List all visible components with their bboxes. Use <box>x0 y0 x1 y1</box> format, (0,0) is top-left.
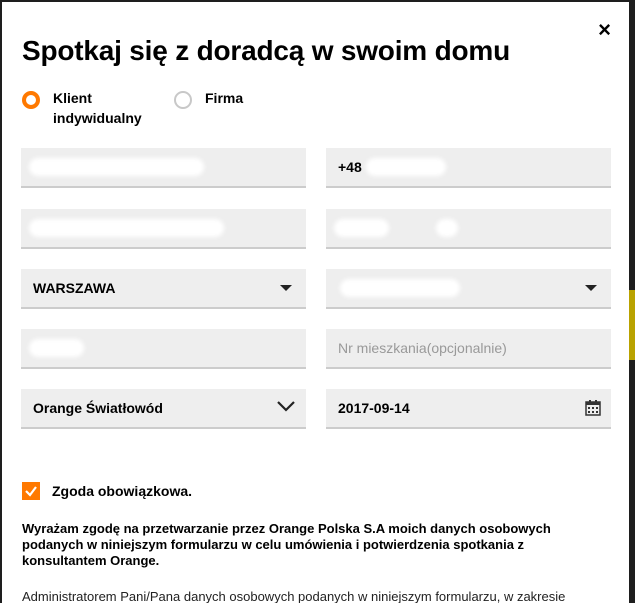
redacted-value <box>29 339 84 357</box>
house-number-field[interactable] <box>21 329 306 369</box>
modal-title: Spotkaj się z doradcą w swoim domu <box>22 35 510 66</box>
radio-individual-label: Klient <box>53 90 92 106</box>
apartment-number-field[interactable]: Nr mieszkania(opcjonalnie) <box>326 329 611 369</box>
chevron-down-icon <box>277 401 295 412</box>
radio-selected-icon <box>22 91 40 109</box>
redacted-value <box>29 219 224 237</box>
city-value: WARSZAWA <box>33 280 116 296</box>
service-select[interactable]: Orange Światłowód <box>21 389 306 429</box>
redacted-value <box>334 219 389 237</box>
consent-checkbox[interactable] <box>22 482 40 500</box>
date-value: 2017-09-14 <box>338 400 410 416</box>
consent-label: Zgoda obowiązkowa. <box>52 483 193 499</box>
service-value: Orange Światłowód <box>33 400 163 416</box>
close-icon[interactable]: × <box>598 19 611 41</box>
date-field[interactable]: 2017-09-14 <box>326 389 611 429</box>
email-field[interactable] <box>326 209 611 249</box>
backdrop <box>629 290 635 360</box>
consent-text: Wyrażam zgodę na przetwarzanie przez Ora… <box>22 521 551 568</box>
calendar-icon[interactable] <box>585 400 601 416</box>
administrator-text: Administratorem Pani/Pana danych osobowy… <box>22 589 566 603</box>
phone-field[interactable]: +48 <box>326 148 611 188</box>
street-select[interactable] <box>326 269 611 309</box>
first-name-field[interactable] <box>21 148 306 188</box>
phone-prefix: +48 <box>338 159 362 175</box>
redacted-value <box>340 279 460 297</box>
radio-individual-label-line2: indywidualny <box>53 110 142 126</box>
apartment-placeholder: Nr mieszkania(opcjonalnie) <box>338 340 507 356</box>
redacted-value <box>29 158 204 176</box>
dropdown-caret-icon <box>280 285 292 291</box>
radio-company-label: Firma <box>205 90 244 106</box>
radio-individual[interactable]: Klient indywidualny <box>22 90 142 128</box>
radio-company[interactable]: Firma <box>174 90 243 109</box>
radio-unselected-icon <box>174 91 192 109</box>
city-select[interactable]: WARSZAWA <box>21 269 306 309</box>
redacted-value <box>366 158 446 176</box>
last-name-field[interactable] <box>21 209 306 249</box>
checkmark-icon <box>25 486 37 497</box>
appointment-modal: × Spotkaj się z doradcą w swoim domu Kli… <box>2 2 629 603</box>
redacted-value <box>436 219 458 237</box>
dropdown-caret-icon <box>585 285 597 291</box>
